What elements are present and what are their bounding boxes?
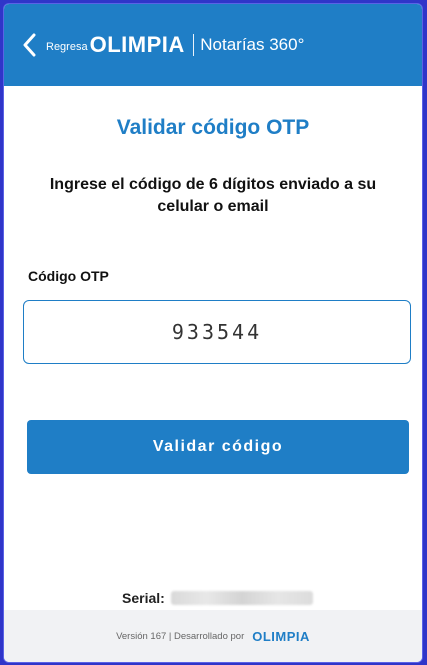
footer-olimpia-logo: OLIMPIA	[252, 628, 310, 644]
version-text: Versión 167 | Desarrollado por	[116, 630, 245, 642]
otp-input[interactable]	[23, 300, 411, 364]
back-button[interactable]: Regresa	[22, 25, 88, 65]
back-label: Regresa	[46, 40, 88, 53]
otp-instructions: Ingrese el código de 6 dígitos enviado a…	[49, 176, 377, 215]
header-divider	[192, 34, 195, 56]
app-footer: Versión 167 | Desarrollado por OLIMPIA	[4, 610, 422, 662]
header-logo: OLIMPIA Notarías 360°	[90, 32, 305, 58]
serial-value-redacted	[170, 591, 313, 605]
app-header: Regresa OLIMPIA Notarías 360°	[4, 4, 422, 86]
serial-label: Serial:	[122, 590, 165, 606]
serial-info: Serial:	[122, 590, 313, 606]
chevron-left-icon	[23, 33, 36, 57]
header-subtitle: Notarías 360°	[200, 35, 305, 54]
olimpia-logo: OLIMPIA	[89, 32, 185, 57]
validate-code-button[interactable]: Validar código	[27, 420, 409, 474]
page-title: Validar código OTP	[116, 116, 310, 139]
otp-field-label: Código OTP	[28, 268, 109, 284]
app-frame: Regresa OLIMPIA Notarías 360° Validar có…	[3, 3, 423, 663]
